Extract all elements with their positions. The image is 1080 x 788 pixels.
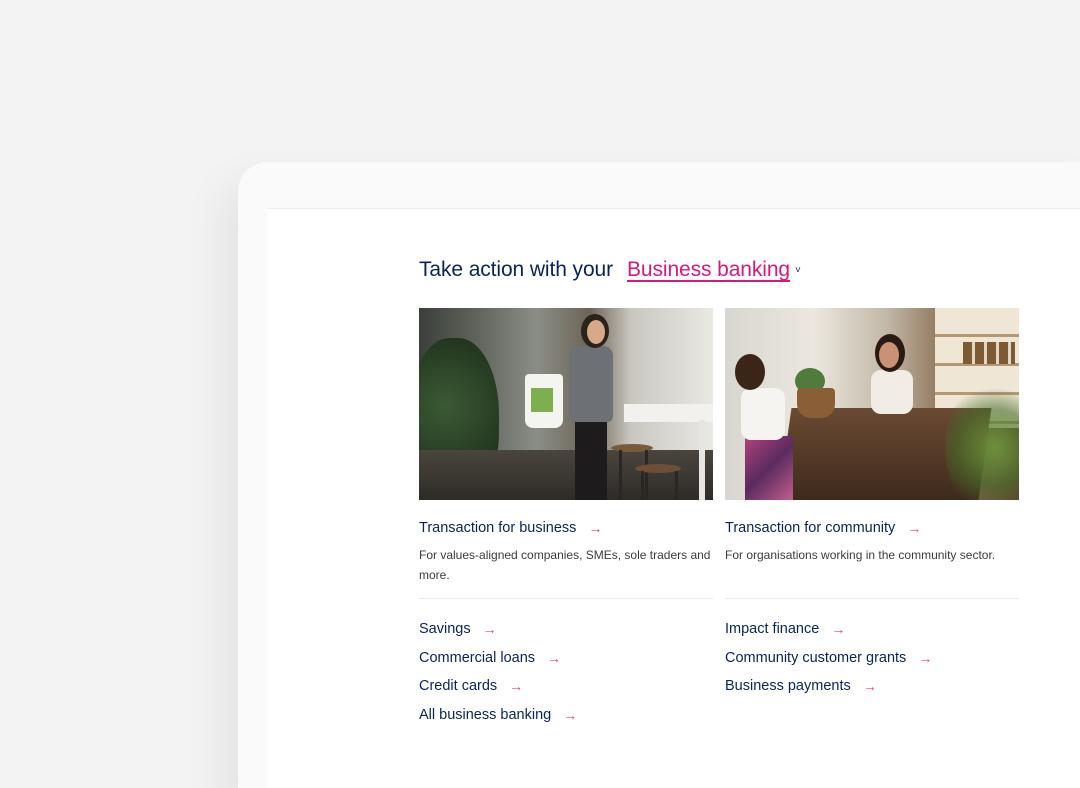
community-photo <box>725 308 1019 500</box>
link-label: Business payments <box>725 678 851 695</box>
community-description: For organisations working in the communi… <box>725 548 996 562</box>
arrow-right-icon: → <box>831 621 846 638</box>
business-payments-link[interactable]: Business payments → <box>725 672 932 701</box>
link-label: All business banking <box>419 706 552 723</box>
link-label: Community customer grants <box>725 649 907 666</box>
business-links-list: Savings → Commercial loans → Credit card… <box>419 615 577 729</box>
arrow-right-icon: → <box>482 621 497 638</box>
link-label: Impact finance <box>725 621 820 638</box>
business-column: Transaction for business → For values-al… <box>419 308 713 723</box>
main-link-label: Transaction for business <box>419 520 577 536</box>
link-label: Credit cards <box>419 678 498 695</box>
link-label: Commercial loans <box>419 649 536 666</box>
business-photo <box>419 308 713 500</box>
community-column: Transaction for community → For organisa… <box>725 308 1019 694</box>
all-business-banking-link[interactable]: All business banking → <box>419 701 577 730</box>
heading-text: Take action with your <box>419 258 613 281</box>
link-label: Savings <box>419 621 471 638</box>
divider <box>419 598 713 599</box>
credit-cards-link[interactable]: Credit cards → <box>419 672 577 701</box>
arrow-right-icon: → <box>509 678 524 695</box>
banking-type-selector[interactable]: Business banking <box>627 258 790 282</box>
section-heading: Take action with your Business banking ˅ <box>419 258 801 288</box>
transaction-for-business-link[interactable]: Transaction for business → <box>419 518 713 538</box>
chevron-down-icon[interactable]: ˅ <box>795 265 801 276</box>
community-customer-grants-link[interactable]: Community customer grants → <box>725 644 932 673</box>
arrow-right-icon: → <box>588 520 603 536</box>
arrow-right-icon: → <box>862 678 877 695</box>
arrow-right-icon: → <box>547 649 562 666</box>
divider <box>725 598 1019 599</box>
transaction-for-community-link[interactable]: Transaction for community → <box>725 518 1019 538</box>
arrow-right-icon: → <box>563 706 578 723</box>
page-background: Take action with your Business banking ˅… <box>0 0 1080 788</box>
impact-finance-link[interactable]: Impact finance → <box>725 615 932 644</box>
arrow-right-icon: → <box>918 649 933 666</box>
main-link-label: Transaction for community <box>725 520 896 536</box>
community-links-list: Impact finance → Community customer gran… <box>725 615 932 701</box>
business-description: For values-aligned companies, SMEs, sole… <box>419 548 711 582</box>
savings-link[interactable]: Savings → <box>419 615 577 644</box>
arrow-right-icon: → <box>907 520 922 536</box>
commercial-loans-link[interactable]: Commercial loans → <box>419 644 577 673</box>
